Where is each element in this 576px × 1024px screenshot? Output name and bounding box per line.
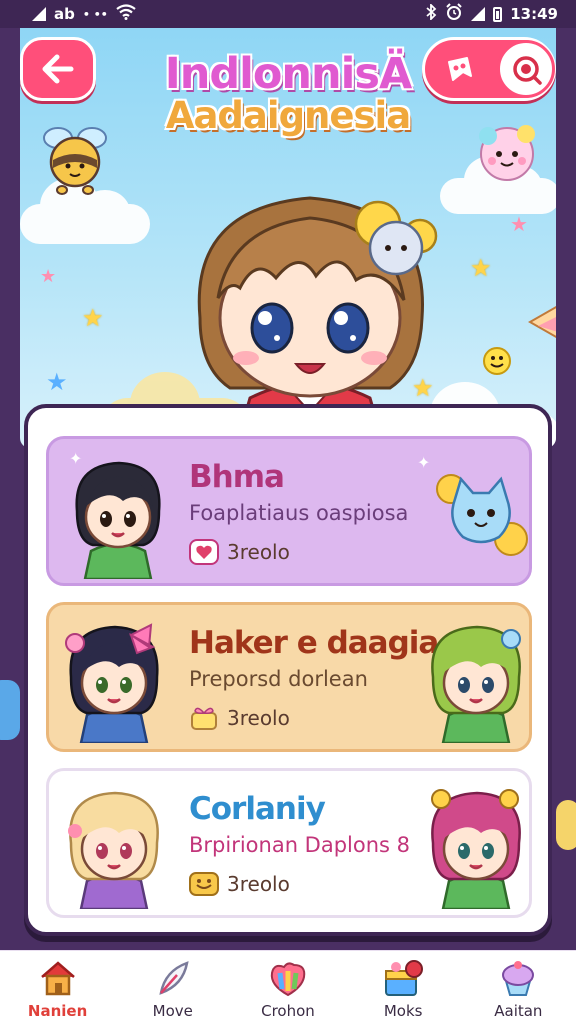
app-title: IndlonnisÄ Aadaignesia [120,49,456,138]
star-icon: ★ [40,266,57,287]
card-meta: 3reolo [189,871,290,897]
nav-label: Moks [383,1002,423,1020]
home-icon [35,956,81,1000]
heart-icon [189,539,219,565]
search-icon [513,56,542,85]
nav-item-home[interactable]: Nanien [8,950,108,1020]
bluetooth-icon [425,2,437,24]
smiley-icon [483,347,511,375]
notification-dots: • •• [82,7,108,21]
cell-signal-icon [471,7,486,21]
arrow-left-icon [42,54,74,84]
cake-slice-icon [527,305,556,339]
status-left: ab • •• [32,4,136,24]
nav-item-crohon[interactable]: Crohon [238,950,338,1020]
controller-icon [448,57,472,81]
status-right: 13:49 [425,2,558,25]
cloud [20,178,150,244]
search-button[interactable] [497,40,555,98]
status-bar: ab • •• 13:49 [0,0,576,28]
card-title: Bhma [189,459,285,495]
treasure-icon [189,871,219,897]
card-avatar-blonde [68,791,159,909]
cute-blob-mascot [479,125,535,181]
side-candy-decoration-left [0,680,20,740]
card-meta-text: 3reolo [227,706,290,730]
card-avatar-green-hair [431,625,521,743]
card-title: Haker e daagia [189,625,439,661]
alarm-icon [445,3,463,25]
bottom-navigation: Nanien Move Crohon Moks Aaitan [0,950,576,1024]
nav-label: Nanien [27,1002,88,1020]
nav-item-move[interactable]: Move [123,950,223,1020]
nav-label: Crohon [261,1002,315,1020]
bee-mascot [43,127,107,195]
gift-icon [189,705,219,731]
game-button[interactable] [432,46,484,92]
story-card-2[interactable]: Haker e daagia Preporsd dorlean 3reolo [46,602,532,752]
feather-icon [150,956,196,1000]
back-button[interactable] [20,37,96,101]
signal-icon [32,7,46,21]
card-avatar-magenta-hair [431,789,521,909]
clock: 13:49 [510,5,558,23]
story-card-3[interactable]: Corlaniy Brpirionan Daplons 8 3reolo [46,768,532,918]
cupcake-icon [495,956,541,1000]
card-meta-text: 3reolo [227,540,290,564]
card-title: Corlaniy [189,791,326,827]
side-candy-decoration-right [556,800,576,850]
nav-label: Move [152,1002,193,1020]
card-avatar-pink-bow [65,623,159,743]
nav-item-aaitan[interactable]: Aaitan [468,950,568,1020]
nav-item-moks[interactable]: Moks [353,950,453,1020]
carrier-text: ab [54,5,75,23]
star-icon: ★ [46,368,68,396]
nav-label: Aaitan [494,1002,543,1020]
star-icon: ★ [82,304,104,332]
star-icon: ★ [510,212,528,236]
title-line-2: Aadaignesia [165,94,411,138]
card-subtitle: Preporsd dorlean [189,667,368,691]
story-card-1[interactable]: ✦ ✦ Bhma Foaplatiaus oaspiosa 3reolo [46,436,532,586]
card-subtitle: Brpirionan Daplons 8 [189,833,411,857]
title-line-1: IndlonnisÄ [164,49,413,99]
gift-box-icon [380,956,426,1000]
wifi-icon [116,4,136,24]
card-meta: 3reolo [189,539,290,565]
star-icon: ★ [470,254,492,282]
card-meta-text: 3reolo [227,872,290,896]
card-avatar-black-hair [75,461,161,579]
paint-palette-icon [265,956,311,1000]
battery-icon [493,6,503,22]
blue-cat-mascot [436,474,528,556]
card-meta: 3reolo [189,705,290,731]
card-subtitle: Foaplatiaus oaspiosa [189,501,409,525]
